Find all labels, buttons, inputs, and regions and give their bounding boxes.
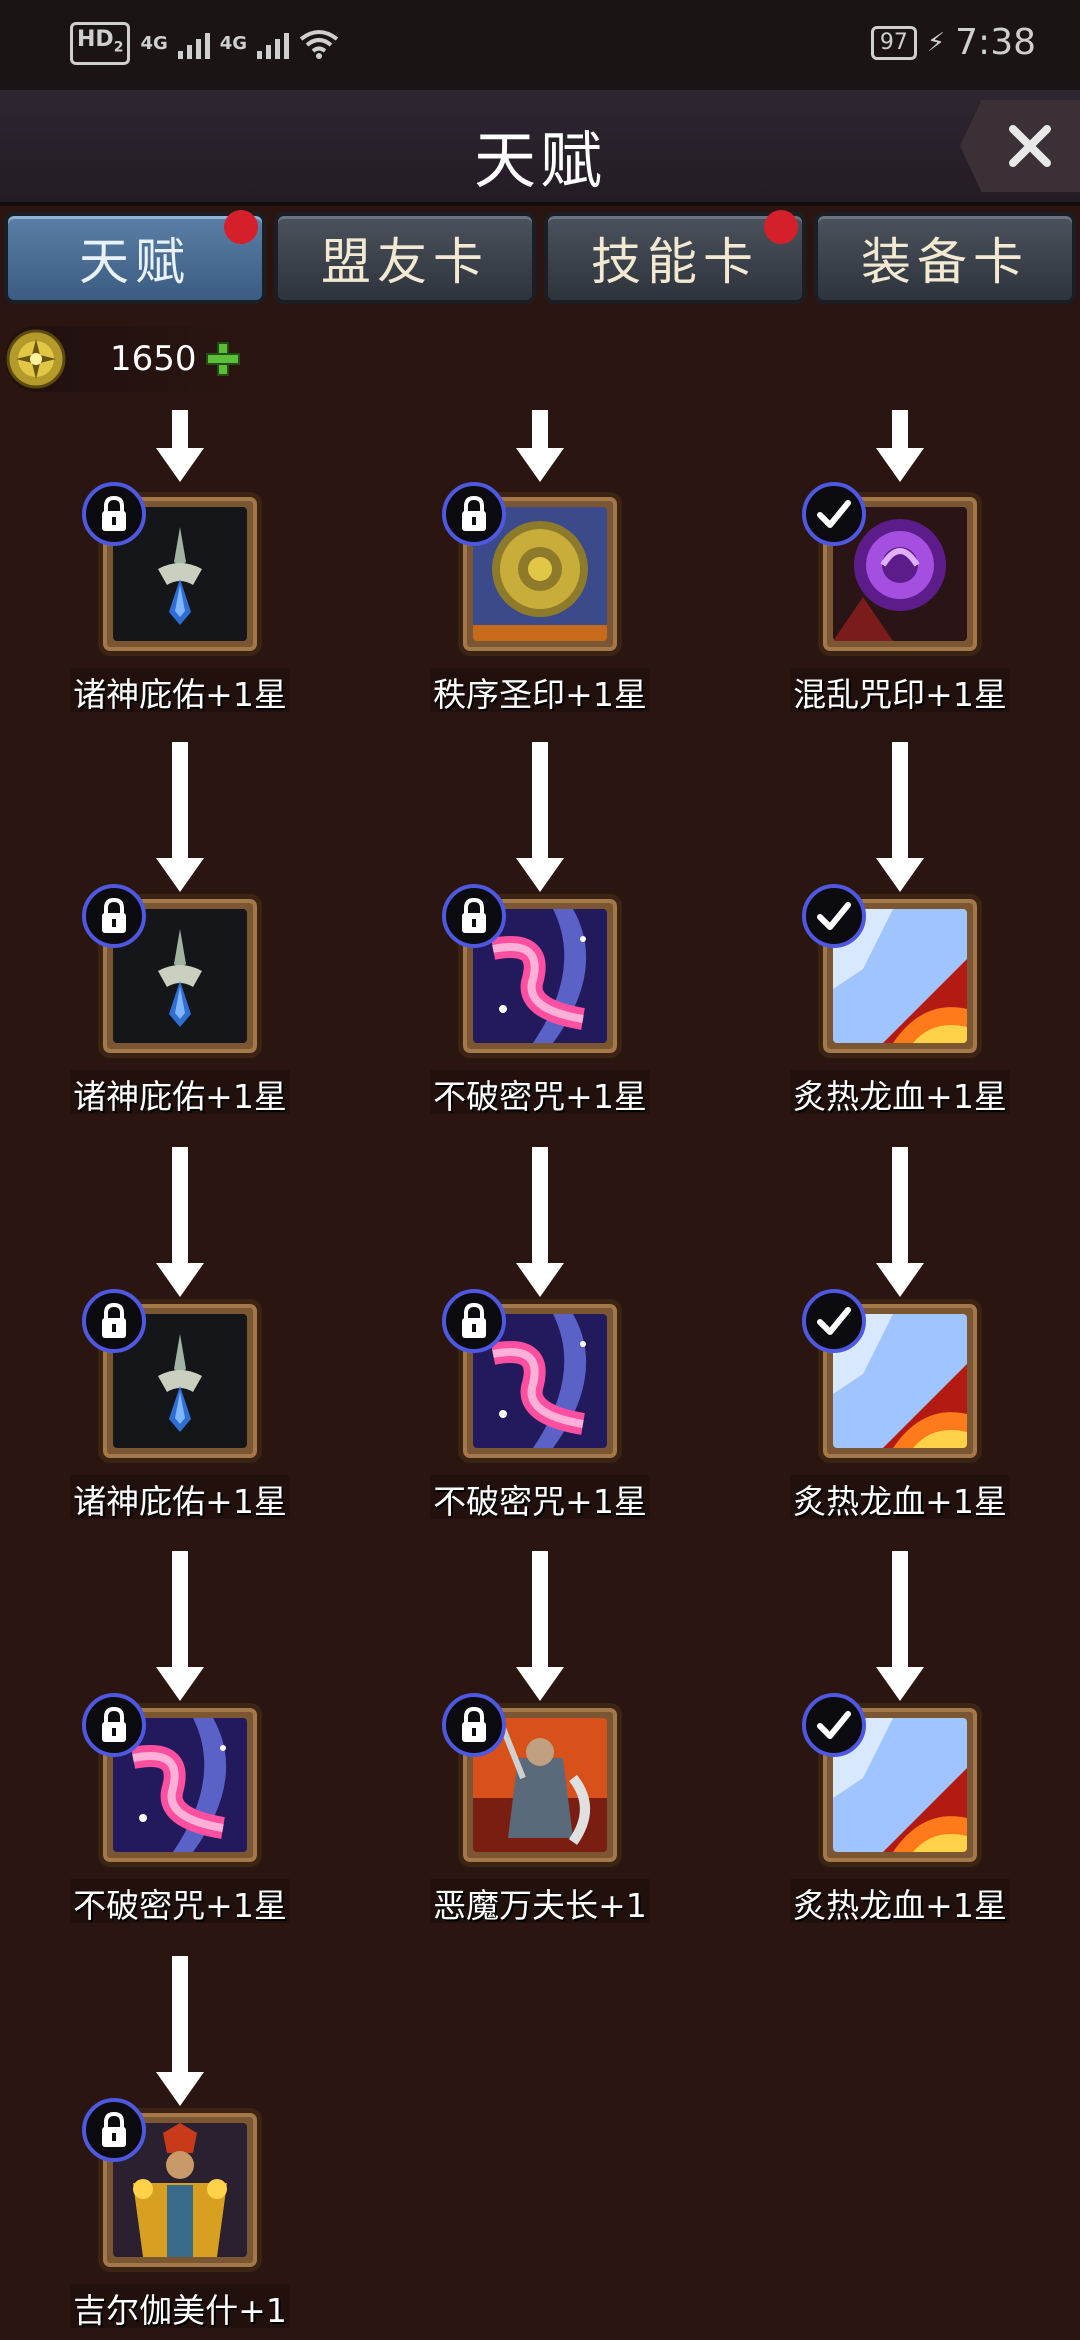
checkmark-icon [802,884,866,948]
lock-icon [82,1693,146,1757]
hd-indicator: HD2 [70,22,131,66]
arrow-down-icon [150,1147,210,1301]
tab-ally-cards[interactable]: 盟友卡 [274,212,536,304]
arrow-down-icon [150,1956,210,2110]
tab-skill-cards[interactable]: 技能卡 [544,202,806,304]
talent-label: 不破密咒+1星 [433,1482,647,1521]
lock-icon [82,884,146,948]
tab-talent[interactable]: 天赋 [4,202,266,304]
title-bar: 天赋 [0,90,1080,206]
lock-icon [82,1289,146,1353]
signal-bars-icon [257,29,290,59]
talent-node[interactable]: 炙热龙血+1星 [720,1147,1080,1527]
arrow-down-icon [510,1147,570,1301]
talent-node[interactable]: 吉尔伽美什+1 [0,1956,360,2336]
checkmark-icon [802,1693,866,1757]
talent-node[interactable]: 炙热龙血+1星 [720,742,1080,1122]
close-button[interactable] [960,100,1080,192]
battery-icon: 97 [870,25,917,60]
lock-icon [442,884,506,948]
talent-label: 诸神庇佑+1星 [73,675,287,714]
talent-label: 炙热龙血+1星 [793,1886,1007,1925]
arrow-down-icon [870,742,930,896]
talent-node[interactable]: 不破密咒+1星 [0,1551,360,1931]
talent-coin-icon [6,329,66,389]
talent-label: 不破密咒+1星 [73,1886,287,1925]
status-bar: HD2 4G 4G 97 ⚡ 7:38 [0,0,1080,90]
arrow-down-icon [150,410,210,486]
tab-equipment-cards[interactable]: 装备卡 [814,212,1076,304]
signal-label-1: 4G [140,32,168,54]
talent-points-value: 1650 [110,339,197,379]
talent-node[interactable]: 诸神庇佑+1星 [0,1147,360,1527]
talent-label: 秩序圣印+1星 [433,675,647,714]
talent-node[interactable]: 混乱咒印+1星 [720,410,1080,720]
lock-icon [442,482,506,546]
tab-label: 天赋 [79,233,191,291]
talent-node[interactable]: 诸神庇佑+1星 [0,742,360,1122]
lock-icon [442,1289,506,1353]
signal-label-2: 4G [219,32,248,54]
arrow-down-icon [870,410,930,486]
checkmark-icon [802,482,866,546]
wifi-icon [299,29,339,59]
talent-points-counter: 1650 [6,326,246,392]
notification-dot [756,202,806,252]
signal-bars-icon [177,29,210,59]
talent-node[interactable]: 不破密咒+1星 [360,1147,720,1527]
arrow-down-icon [870,1551,930,1705]
arrow-down-icon [870,1147,930,1301]
talent-node[interactable]: 炙热龙血+1星 [720,1551,1080,1931]
checkmark-icon [802,1289,866,1353]
talent-node[interactable]: 不破密咒+1星 [360,742,720,1122]
lock-icon [82,2098,146,2162]
talent-label: 炙热龙血+1星 [793,1482,1007,1521]
tab-bar: 天赋 盟友卡 技能卡 装备卡 [0,202,1080,308]
clock: 7:38 [955,22,1036,63]
talent-label: 诸神庇佑+1星 [73,1482,287,1521]
plus-icon[interactable] [205,341,241,377]
arrow-down-icon [150,742,210,896]
talent-label: 混乱咒印+1星 [793,675,1007,714]
charging-icon: ⚡ [926,27,946,58]
page-title: 天赋 [473,124,606,197]
arrow-down-icon [150,1551,210,1705]
talent-label: 恶魔万夫长+1 [433,1886,647,1925]
lock-icon [82,482,146,546]
talent-node[interactable]: 秩序圣印+1星 [360,410,720,720]
arrow-down-icon [510,742,570,896]
tab-label: 盟友卡 [321,233,489,291]
arrow-down-icon [510,410,570,486]
tab-label: 技能卡 [591,233,759,291]
lock-icon [442,1693,506,1757]
talent-label: 炙热龙血+1星 [793,1077,1007,1116]
close-icon [1009,125,1051,167]
talent-label: 吉尔伽美什+1 [73,2291,287,2330]
talent-node[interactable]: 诸神庇佑+1星 [0,410,360,720]
notification-dot [216,202,266,252]
arrow-down-icon [510,1551,570,1705]
talent-node[interactable]: 恶魔万夫长+1 [360,1551,720,1931]
tab-label: 装备卡 [861,233,1029,291]
talent-label: 诸神庇佑+1星 [73,1077,287,1116]
talent-label: 不破密咒+1星 [433,1077,647,1116]
